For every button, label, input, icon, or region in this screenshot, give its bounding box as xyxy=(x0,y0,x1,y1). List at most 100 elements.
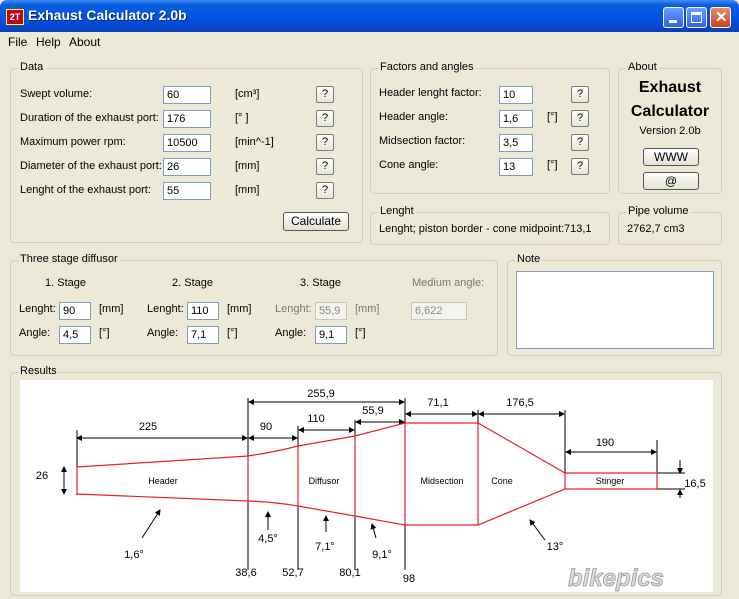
section-label-stinger: Stinger xyxy=(596,476,625,486)
www-button[interactable]: WWW xyxy=(643,148,699,166)
about-version: Version 2.0b xyxy=(639,125,701,137)
swept-volume-input[interactable]: 60 xyxy=(163,86,211,104)
midsection-factor-label: Midsection factor: xyxy=(379,135,466,147)
angle-pointer xyxy=(141,509,161,539)
dim-stage2-length: 110 xyxy=(307,413,325,425)
help-header-length-factor-button[interactable]: ? xyxy=(571,86,589,103)
results-diagram: Header Diffusor Midsection Cone Stinger … xyxy=(20,380,713,592)
stage1-title: 1. Stage xyxy=(45,277,86,289)
cone-angle-unit: [°] xyxy=(547,159,558,171)
stage3-length-label: Lenght: xyxy=(275,303,312,315)
section-label-cone: Cone xyxy=(491,476,513,486)
section-label-midsection: Midsection xyxy=(420,476,463,486)
stage2-angle-label: Angle: xyxy=(147,327,179,339)
stage2-length-input[interactable]: 110 xyxy=(187,302,219,320)
midsection-factor-input[interactable]: 3,5 xyxy=(499,134,533,152)
pipe-volume-group-title: Pipe volume xyxy=(626,205,691,217)
header-length-factor-input[interactable]: 10 xyxy=(499,86,533,104)
close-icon: ✕ xyxy=(715,9,728,26)
note-textarea[interactable] xyxy=(516,271,714,349)
note-group-title: Note xyxy=(515,253,543,265)
data-group: Data Swept volume: 60 [cm³] ? Duration o… xyxy=(10,61,363,243)
dim-midsection-length: 71,1 xyxy=(427,397,448,409)
factors-group: Factors and angles Header lenght factor:… xyxy=(370,61,610,194)
about-group: About Exhaust Calculator Version 2.0b WW… xyxy=(618,61,722,194)
close-button[interactable]: ✕ xyxy=(710,7,731,28)
menu-help[interactable]: Help xyxy=(36,35,61,49)
maximize-icon xyxy=(691,12,702,23)
stage1-angle-input[interactable]: 4,5 xyxy=(59,326,91,344)
length-result-value: 713,1 xyxy=(564,223,592,235)
diffusor-group: Three stage diffusor 1. Stage Lenght: 90… xyxy=(10,253,498,356)
section-label-header: Header xyxy=(148,476,178,486)
port-duration-unit: [° ] xyxy=(235,112,249,124)
port-diameter-unit: [mm] xyxy=(235,160,260,172)
help-midsection-factor-button[interactable]: ? xyxy=(571,134,589,151)
angle-label-cone: 13° xyxy=(547,541,564,553)
angle-label-header: 1,6° xyxy=(124,549,144,561)
about-group-title: About xyxy=(626,61,659,73)
header-angle-input[interactable]: 1,6 xyxy=(499,110,533,128)
stage1-angle-unit: [°] xyxy=(99,327,110,339)
port-length-input[interactable]: 55 xyxy=(163,182,211,200)
minimize-icon xyxy=(669,20,677,23)
help-max-rpm-button[interactable]: ? xyxy=(316,134,334,151)
angle-pointer xyxy=(529,519,546,541)
angle-pointer xyxy=(370,523,377,539)
data-group-title: Data xyxy=(18,61,46,73)
max-rpm-unit: [min^-1] xyxy=(235,136,274,148)
menu-file[interactable]: File xyxy=(8,35,27,49)
medium-angle-input: 6,622 xyxy=(411,302,467,320)
port-diameter-label: Diameter of the exhaust port: xyxy=(20,160,162,172)
help-port-duration-button[interactable]: ? xyxy=(316,110,334,127)
max-rpm-label: Maximum power rpm: xyxy=(20,136,126,148)
stage2-length-label: Lenght: xyxy=(147,303,184,315)
cone-angle-input[interactable]: 13 xyxy=(499,158,533,176)
pipe-volume-group: Pipe volume 2762,7 cm3 xyxy=(618,205,722,245)
help-port-diameter-button[interactable]: ? xyxy=(316,158,334,175)
diameter-label-1: 38,6 xyxy=(235,567,256,579)
window-title: Exhaust Calculator 2.0b xyxy=(28,7,187,23)
help-header-angle-button[interactable]: ? xyxy=(571,110,589,127)
app-icon: 2T xyxy=(6,9,24,25)
swept-volume-label: Swept volume: xyxy=(20,88,93,100)
stage2-angle-input[interactable]: 7,1 xyxy=(187,326,219,344)
minimize-button[interactable] xyxy=(663,7,684,28)
stage3-angle-input[interactable]: 9,1 xyxy=(315,326,347,344)
stage2-length-unit: [mm] xyxy=(227,303,252,315)
port-length-label: Lenght of the exhaust port: xyxy=(20,184,151,196)
calculate-button[interactable]: Calculate xyxy=(283,212,349,231)
about-app-name-line2: Calculator xyxy=(630,103,710,120)
dim-stinger-length: 190 xyxy=(596,437,614,449)
port-diameter-input[interactable]: 26 xyxy=(163,158,211,176)
stage1-length-label: Lenght: xyxy=(19,303,56,315)
angle-label-stage3: 9,1° xyxy=(372,549,392,561)
email-button[interactable]: @ xyxy=(643,172,699,190)
port-length-unit: [mm] xyxy=(235,184,260,196)
dim-cone-length: 176,5 xyxy=(506,397,534,409)
swept-volume-unit: [cm³] xyxy=(235,88,260,100)
stage2-angle-unit: [°] xyxy=(227,327,238,339)
port-duration-input[interactable]: 176 xyxy=(163,110,211,128)
dim-stage3-length: 55,9 xyxy=(362,405,383,417)
header-angle-label: Header angle: xyxy=(379,111,449,123)
help-cone-angle-button[interactable]: ? xyxy=(571,158,589,175)
stage1-length-input[interactable]: 90 xyxy=(59,302,91,320)
max-rpm-input[interactable]: 10500 xyxy=(163,134,211,152)
stage2-title: 2. Stage xyxy=(172,277,213,289)
menu-about[interactable]: About xyxy=(69,35,100,49)
about-app-name-line1: Exhaust xyxy=(638,79,702,96)
help-swept-volume-button[interactable]: ? xyxy=(316,86,334,103)
length-group: Lenght Lenght; piston border - cone midp… xyxy=(370,205,610,245)
dim-stage1-length: 90 xyxy=(260,421,272,433)
help-port-length-button[interactable]: ? xyxy=(316,182,334,199)
stage1-length-unit: [mm] xyxy=(99,303,124,315)
angle-label-stage1: 4,5° xyxy=(258,533,278,545)
maximize-button[interactable] xyxy=(686,7,707,28)
diameter-label-3: 80,1 xyxy=(339,567,360,579)
diameter-label-2: 52,7 xyxy=(282,567,303,579)
dim-inlet-diameter: 26 xyxy=(36,470,48,482)
length-group-title: Lenght xyxy=(378,205,416,217)
exhaust-diagram: Header Diffusor Midsection Cone Stinger … xyxy=(36,388,706,592)
note-group: Note xyxy=(507,253,722,356)
